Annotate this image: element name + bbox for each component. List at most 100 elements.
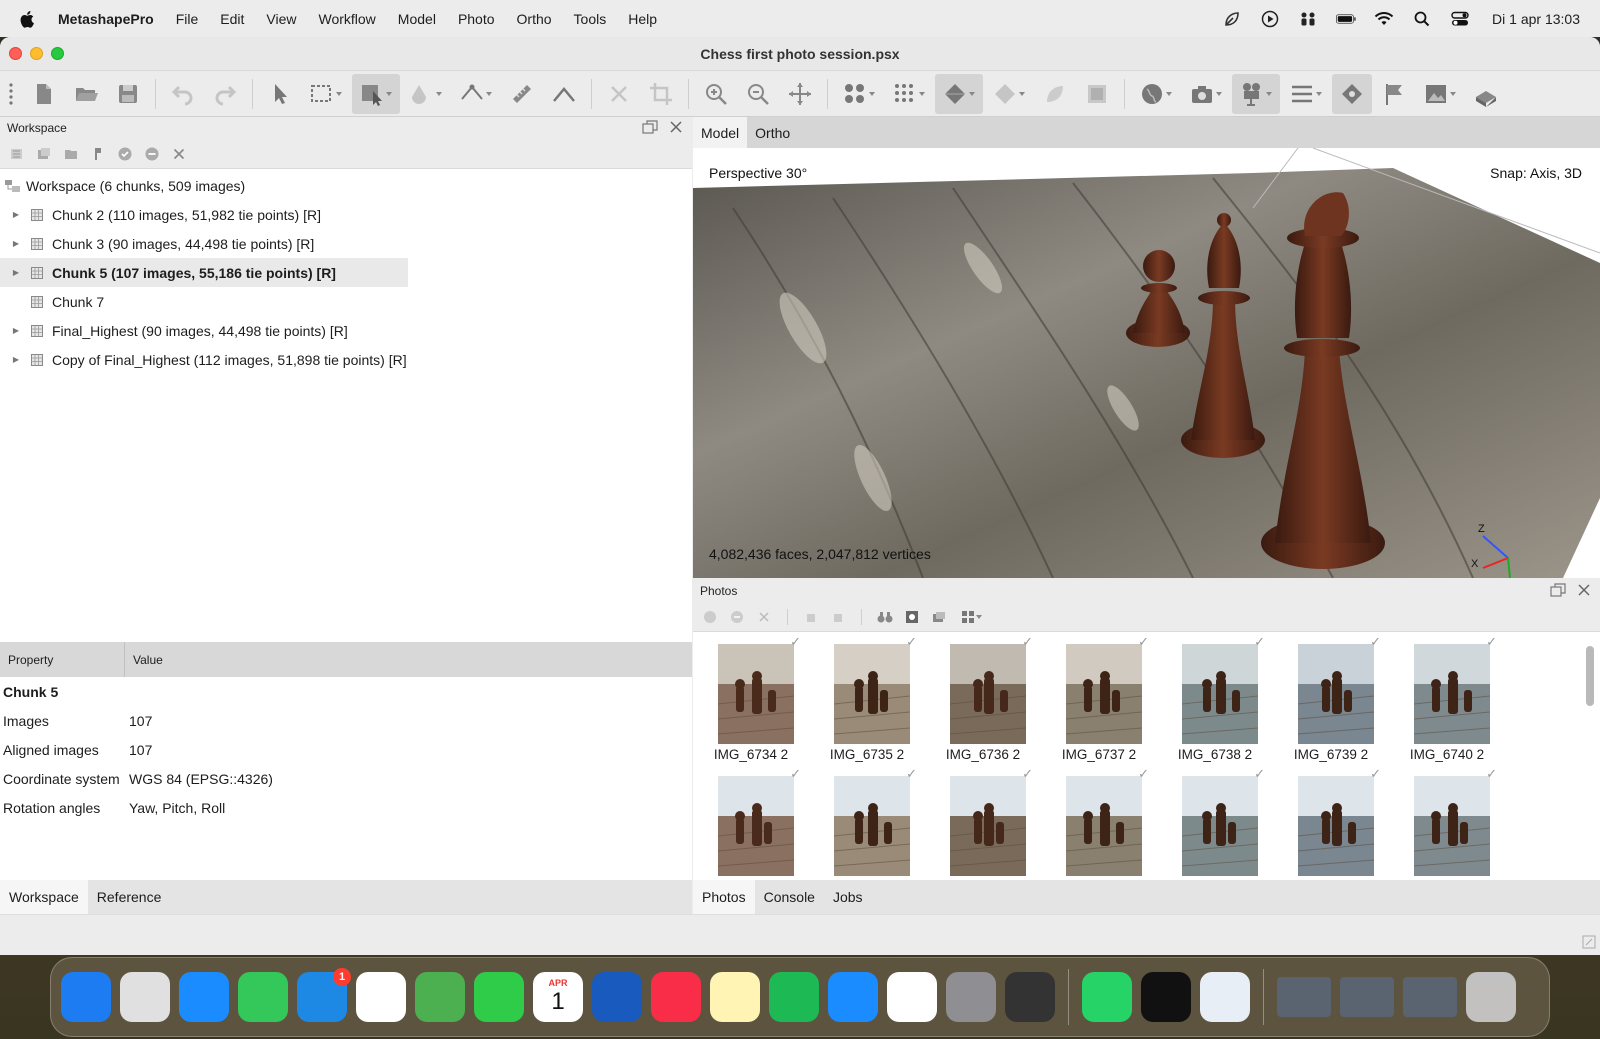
menu-tools[interactable]: Tools (574, 11, 607, 27)
undock-panel-icon[interactable] (642, 119, 658, 135)
photo-view-button[interactable] (930, 608, 948, 626)
undo-button[interactable] (163, 74, 203, 114)
tab-console[interactable]: Console (755, 880, 824, 914)
wifi-icon[interactable] (1374, 11, 1394, 27)
dock-shortcuts-icon[interactable] (1141, 972, 1191, 1022)
dock-facetime-icon[interactable] (474, 972, 524, 1022)
save-button[interactable] (108, 74, 148, 114)
dock-trash-icon[interactable] (1466, 972, 1516, 1022)
remove-items-button[interactable] (170, 145, 188, 163)
draw-line-button[interactable] (544, 74, 584, 114)
property-row[interactable]: Images 107 (0, 706, 692, 735)
add-folder-button[interactable] (62, 145, 80, 163)
redo-button[interactable] (205, 74, 245, 114)
view-tab-ortho[interactable]: Ortho (747, 117, 798, 148)
video-camera-button[interactable] (1232, 73, 1280, 114)
menu-view[interactable]: View (266, 11, 296, 27)
shapes-button[interactable] (1332, 73, 1372, 114)
undock-panel-icon[interactable] (1550, 582, 1566, 598)
draw-polyline-button[interactable] (452, 74, 500, 114)
camera-settings-button[interactable] (903, 608, 921, 626)
enable-button[interactable] (116, 145, 134, 163)
menu-photo[interactable]: Photo (458, 11, 495, 27)
photo-thumbnail[interactable]: ✓ IMG_6739 2 (1273, 634, 1389, 766)
menu-app-name[interactable]: MetashapePro (58, 11, 154, 27)
tiled-model-button[interactable] (985, 74, 1033, 114)
expand-arrow-icon[interactable]: ▶ (8, 326, 24, 336)
view-globe-button[interactable] (1132, 74, 1180, 114)
control-center-icon[interactable] (1450, 11, 1470, 27)
region-button[interactable] (1466, 74, 1506, 114)
delete-selection-button[interactable] (599, 74, 639, 114)
expand-arrow-icon[interactable]: ▶ (8, 355, 24, 365)
thumbnail-size-button[interactable] (957, 608, 987, 626)
battery-icon[interactable] (1336, 11, 1356, 27)
menu-ortho[interactable]: Ortho (517, 11, 552, 27)
dock-recent-window-1-icon[interactable] (1277, 977, 1331, 1017)
scrollbar-thumb[interactable] (1586, 646, 1594, 706)
play-status-icon[interactable] (1260, 10, 1280, 27)
tab-photos[interactable]: Photos (693, 880, 755, 914)
workspace-root-item[interactable]: Workspace (6 chunks, 509 images) (0, 171, 408, 200)
dock-finder-icon[interactable] (61, 972, 111, 1022)
dock-spotify-icon[interactable] (769, 972, 819, 1022)
chunk-tree-item[interactable]: ▶ Chunk 5 (107 images, 55,186 tie points)… (0, 258, 408, 287)
property-row[interactable]: Rotation angles Yaw, Pitch, Roll (0, 793, 692, 822)
people-status-icon[interactable] (1298, 11, 1318, 27)
ruler-button[interactable] (502, 74, 542, 114)
dock-app-store-icon[interactable] (828, 972, 878, 1022)
photo-thumbnail[interactable]: ✓ (1273, 766, 1389, 880)
open-file-button[interactable] (66, 74, 106, 114)
tab-reference[interactable]: Reference (88, 880, 171, 914)
view-tab-model[interactable]: Model (693, 117, 748, 148)
disable-button[interactable] (143, 145, 161, 163)
remove-cameras-button[interactable] (755, 608, 773, 626)
menu-edit[interactable]: Edit (220, 11, 244, 27)
enable-cameras-button[interactable] (701, 608, 719, 626)
zoom-window-button[interactable] (51, 47, 64, 60)
photos-scrollbar[interactable] (1586, 640, 1594, 860)
close-window-button[interactable] (9, 47, 22, 60)
toolbar-grip-icon[interactable] (8, 81, 14, 107)
markers-button[interactable] (1374, 74, 1414, 114)
point-cloud-button[interactable] (885, 74, 933, 114)
layers-menu-button[interactable] (1282, 74, 1330, 114)
draw-shape-button[interactable] (402, 74, 450, 114)
camera-button[interactable] (1182, 74, 1230, 114)
dock-metashape-icon[interactable] (1005, 972, 1055, 1022)
disable-cameras-button[interactable] (728, 608, 746, 626)
photo-thumbnail[interactable]: ✓ (1389, 766, 1505, 880)
dock-chrome-icon[interactable] (887, 972, 937, 1022)
tab-workspace[interactable]: Workspace (0, 880, 88, 914)
leaf-status-icon[interactable] (1222, 11, 1242, 27)
menubar-clock[interactable]: Di 1 apr 13:03 (1492, 11, 1580, 27)
dock-whatsapp-icon[interactable] (1082, 972, 1132, 1022)
move-object-button[interactable] (352, 73, 400, 114)
orthomosaic-button[interactable] (1077, 74, 1117, 114)
rectangle-selection-button[interactable] (302, 74, 350, 114)
apple-icon[interactable] (20, 10, 36, 28)
navigation-tool-button[interactable] (260, 74, 300, 114)
photo-thumbnail[interactable]: ✓ (809, 766, 925, 880)
value-column-header[interactable]: Value (125, 653, 163, 667)
close-panel-icon[interactable] (668, 119, 684, 135)
image-display-button[interactable] (1416, 74, 1464, 114)
add-marker-button[interactable] (89, 145, 107, 163)
tab-jobs[interactable]: Jobs (824, 880, 872, 914)
photo-thumbnail[interactable]: ✓ IMG_6738 2 (1157, 634, 1273, 766)
search-icon[interactable] (1412, 11, 1432, 27)
zoom-out-button[interactable] (738, 74, 778, 114)
dock-launchpad-icon[interactable] (120, 972, 170, 1022)
dem-button[interactable] (1035, 74, 1075, 114)
rotate-left-button[interactable] (802, 608, 820, 626)
menu-help[interactable]: Help (628, 11, 657, 27)
chunk-tree-item[interactable]: ▶ Final_Highest (90 images, 44,498 tie po… (0, 316, 408, 345)
photo-thumbnail[interactable]: ✓ IMG_6736 2 (925, 634, 1041, 766)
filter-photos-button[interactable] (876, 608, 894, 626)
dock-system-settings-icon[interactable] (946, 972, 996, 1022)
menu-file[interactable]: File (176, 11, 199, 27)
minimize-window-button[interactable] (30, 47, 43, 60)
dock-maps-icon[interactable] (415, 972, 465, 1022)
crop-selection-button[interactable] (641, 74, 681, 114)
zoom-in-button[interactable] (696, 74, 736, 114)
